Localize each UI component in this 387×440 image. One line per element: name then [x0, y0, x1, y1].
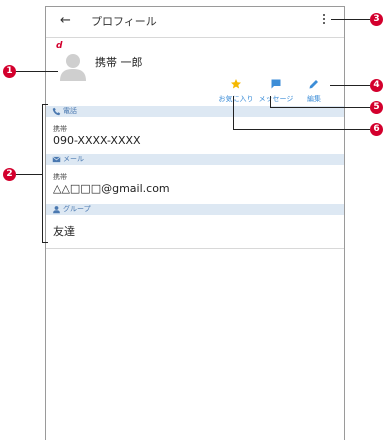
callout-3: 3 [370, 13, 383, 26]
callout-2-bracket-top [42, 104, 48, 105]
phone-icon [52, 107, 61, 116]
callout-1-line [16, 71, 58, 72]
phone-screen: ← プロフィール d 携帯 一郎 お気に入り メッセージ 編集 電話 携帯 09… [45, 6, 345, 440]
callout-6-line-h [233, 129, 370, 130]
star-icon [231, 79, 241, 89]
app-bar: ← プロフィール [46, 7, 344, 38]
mail-address[interactable]: △△□□□@gmail.com [53, 182, 170, 195]
mail-section-header: メール [46, 154, 344, 165]
callout-5-line-v [270, 96, 271, 107]
phone-section-title: 電話 [63, 107, 77, 115]
group-section-title: グループ [63, 205, 91, 213]
callout-2-bracket [42, 104, 43, 243]
callout-4-line [330, 85, 370, 86]
pencil-icon [309, 80, 318, 89]
callout-4: 4 [370, 79, 383, 92]
group-section-header: グループ [46, 204, 344, 215]
callout-5-line-h [270, 107, 370, 108]
callout-6: 6 [370, 123, 383, 136]
callout-6-line-v [233, 96, 234, 129]
avatar-icon [60, 54, 86, 81]
contact-name: 携帯 一郎 [95, 56, 143, 69]
mail-type-label: 携帯 [53, 173, 67, 181]
callout-5: 5 [370, 101, 383, 114]
message-label: メッセージ [258, 95, 294, 103]
callout-3-line [331, 19, 370, 20]
phone-type-label: 携帯 [53, 125, 67, 133]
favorite-label: お気に入り [218, 95, 254, 103]
callout-2-bracket-bottom [42, 242, 48, 243]
callout-2: 2 [3, 168, 16, 181]
docomo-logo: d [56, 41, 63, 51]
page-title: プロフィール [91, 15, 157, 28]
person-icon [53, 206, 60, 214]
favorite-button[interactable]: お気に入り [214, 75, 258, 104]
edit-button[interactable]: 編集 [299, 75, 329, 104]
edit-label: 編集 [307, 95, 321, 103]
chat-icon [271, 79, 281, 89]
callout-2-line [16, 174, 42, 175]
group-value[interactable]: 友達 [53, 225, 75, 238]
mail-icon [52, 156, 61, 163]
callout-1: 1 [3, 65, 16, 78]
message-button[interactable]: メッセージ [254, 75, 298, 104]
phone-number[interactable]: 090-XXXX-XXXX [53, 134, 141, 147]
divider [46, 248, 344, 249]
back-arrow-icon[interactable]: ← [60, 13, 71, 29]
mail-section-title: メール [63, 155, 84, 163]
more-options-icon[interactable] [322, 14, 326, 28]
